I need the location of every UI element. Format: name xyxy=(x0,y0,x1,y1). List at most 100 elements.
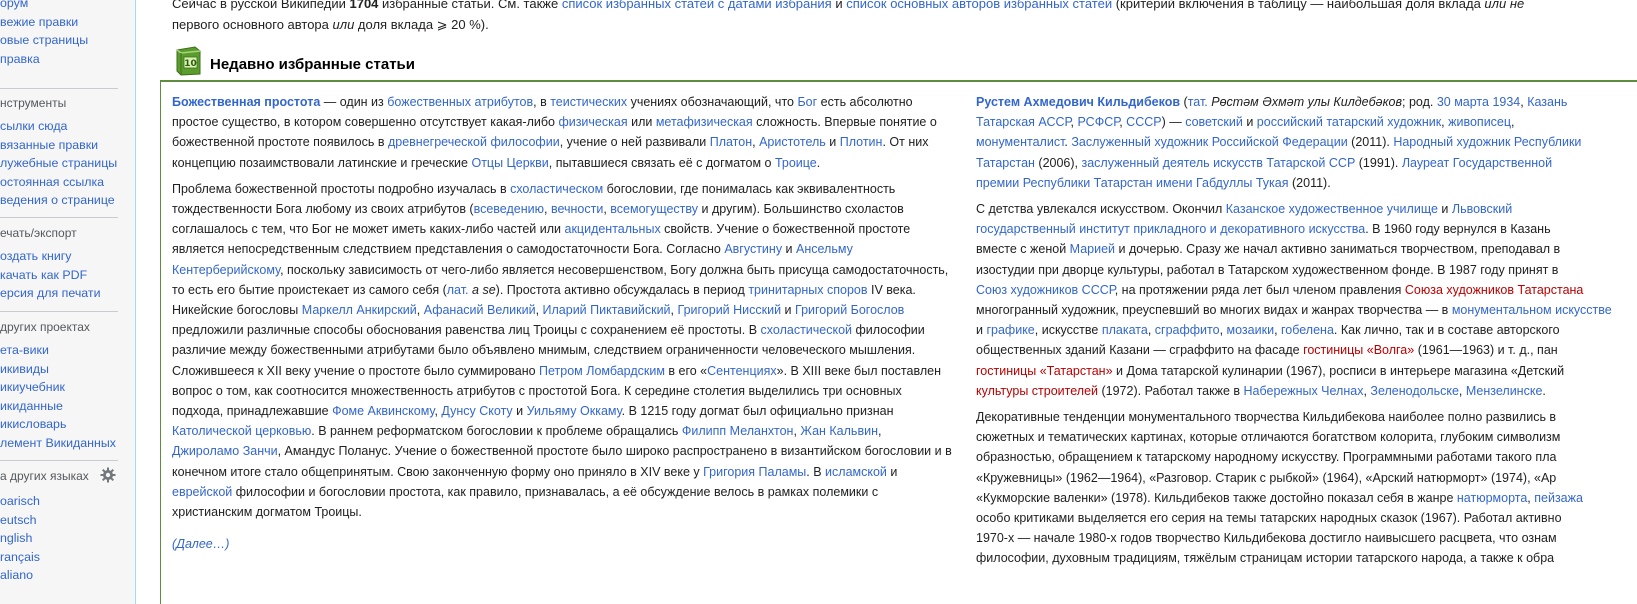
inline-link[interactable]: Львовский xyxy=(1452,202,1512,216)
sidebar-lang-english[interactable]: nglish xyxy=(0,529,120,548)
inline-link[interactable]: метафизическая xyxy=(656,115,753,129)
inline-link[interactable]: Бог xyxy=(797,95,817,109)
inline-link[interactable]: Петром Ломбардским xyxy=(539,364,665,378)
redlink[interactable]: Союза художников Татарстана xyxy=(1405,283,1584,297)
inline-link[interactable]: Народный художник Республики xyxy=(1393,135,1581,149)
sidebar-item-wikispecies[interactable]: икивиды xyxy=(0,360,116,379)
sidebar-item-related-changes[interactable]: вязанные правки xyxy=(0,136,117,155)
inline-link[interactable]: Филипп Меланхтон xyxy=(682,424,794,438)
sidebar-item-recent-changes[interactable]: вежие правки xyxy=(0,13,88,32)
inline-link[interactable]: Казань xyxy=(1527,95,1567,109)
inline-link[interactable]: древнегреческой философии xyxy=(388,135,560,149)
inline-link[interactable]: гобелена xyxy=(1281,323,1334,337)
inline-link[interactable]: Жан Кальвин xyxy=(800,424,878,438)
sidebar-item-download-pdf[interactable]: качать как PDF xyxy=(0,266,101,285)
inline-link[interactable]: Троице xyxy=(775,156,817,170)
inline-link[interactable]: Набережных Челнах xyxy=(1244,384,1364,398)
sidebar-item-meta-wiki[interactable]: ета-вики xyxy=(0,341,116,360)
gear-icon[interactable] xyxy=(100,467,116,483)
inline-link[interactable]: живописец xyxy=(1448,115,1511,129)
inline-link[interactable]: 30 марта xyxy=(1437,95,1489,109)
featured-dates-list-link[interactable]: список избранных статей с датами избрани… xyxy=(562,0,832,11)
inline-link[interactable]: советский xyxy=(1185,115,1243,129)
article-title-link[interactable]: Божественная простота xyxy=(172,95,320,109)
article-title-link[interactable]: Рустем Ахмедович Кильдибеков xyxy=(976,95,1180,109)
inline-link[interactable]: сграффито xyxy=(1155,323,1220,337)
sidebar-lang-german[interactable]: eutsch xyxy=(0,511,120,530)
inline-link[interactable]: Фоме Аквинскому xyxy=(332,404,434,418)
inline-link[interactable]: вечности xyxy=(551,202,603,216)
inline-link[interactable]: натюрморта xyxy=(1457,491,1527,505)
inline-link[interactable]: Афанасий Великий xyxy=(424,303,536,317)
inline-link[interactable]: тринитарных споров xyxy=(748,283,867,297)
read-more-link[interactable]: (Далее…) xyxy=(172,537,229,551)
sidebar-item-forum[interactable]: орум xyxy=(0,0,88,13)
inline-link[interactable]: Плотин xyxy=(840,135,883,149)
inline-link[interactable]: теистических xyxy=(550,95,627,109)
inline-link[interactable]: Григорий Нисский xyxy=(678,303,782,317)
inline-link[interactable]: РСФСР xyxy=(1077,115,1119,129)
sidebar-lang-french[interactable]: rançais xyxy=(0,548,120,567)
inline-link[interactable]: Платон xyxy=(710,135,752,149)
inline-link[interactable]: Дунсу Скоту xyxy=(441,404,512,418)
sidebar-item-help[interactable]: правка xyxy=(0,50,88,69)
inline-link[interactable]: Августину xyxy=(724,242,782,256)
inline-link[interactable]: Заслуженный художник Российской Федераци… xyxy=(1071,135,1347,149)
inline-link[interactable]: Уильяму Оккаму xyxy=(527,404,622,418)
inline-link[interactable]: Союз художников СССР xyxy=(976,283,1115,297)
inline-link[interactable]: еврейской xyxy=(172,485,232,499)
inline-link[interactable]: плаката xyxy=(1102,323,1148,337)
inline-link[interactable]: премии Республики Татарстан имени Габдул… xyxy=(976,176,1289,190)
redlink[interactable]: гостиницы «Татарстан» xyxy=(976,364,1113,378)
inline-link[interactable]: Маркелл Анкирский xyxy=(302,303,417,317)
inline-link[interactable]: мозаики xyxy=(1227,323,1275,337)
inline-link[interactable]: графике xyxy=(986,323,1034,337)
inline-link[interactable]: Мензелинске xyxy=(1466,384,1543,398)
inline-link[interactable]: государственный институт прикладного и д… xyxy=(976,222,1365,236)
featured-authors-list-link[interactable]: список основных авторов избранных статей xyxy=(846,0,1112,11)
inline-link[interactable]: пейзажа xyxy=(1534,491,1583,505)
sidebar-item-permanent-link[interactable]: остоянная ссылка xyxy=(0,173,117,192)
inline-link[interactable]: схоластической xyxy=(761,323,853,337)
inline-link[interactable]: монументалист xyxy=(976,135,1064,149)
inline-link[interactable]: Казанское художественное училище xyxy=(1226,202,1438,216)
sidebar-item-special-pages[interactable]: лужебные страницы xyxy=(0,154,117,173)
inline-link[interactable]: лат. xyxy=(447,283,469,297)
inline-link[interactable]: физическая xyxy=(558,115,627,129)
sidebar-item-wiktionary[interactable]: икисловарь xyxy=(0,415,116,434)
sidebar-item-wikidata[interactable]: икиданные xyxy=(0,397,116,416)
inline-link[interactable]: Лауреат Государственной xyxy=(1402,156,1552,170)
inline-link[interactable]: схоластическом xyxy=(510,182,603,196)
inline-link[interactable]: Марией xyxy=(1070,242,1115,256)
inline-link[interactable]: Отцы Церкви xyxy=(471,156,548,170)
inline-link[interactable]: тат. xyxy=(1188,95,1208,109)
inline-link[interactable]: художник xyxy=(1387,115,1441,129)
sidebar-lang-italian[interactable]: aliano xyxy=(0,566,120,585)
inline-link[interactable]: Татарстан xyxy=(976,156,1035,170)
redlink[interactable]: гостиницы «Волга» xyxy=(1303,343,1414,357)
redlink[interactable]: культуры строителей xyxy=(976,384,1098,398)
sidebar-item-wikidata-item[interactable]: лемент Викиданных xyxy=(0,434,116,453)
inline-link[interactable]: исламской xyxy=(825,465,887,479)
inline-link[interactable]: СССР xyxy=(1126,115,1161,129)
inline-link[interactable]: Католической церковью xyxy=(172,424,311,438)
sidebar-item-what-links-here[interactable]: сылки сюда xyxy=(0,117,117,136)
inline-link[interactable]: всемогуществу xyxy=(610,202,698,216)
inline-link[interactable]: акцидентальных xyxy=(565,222,661,236)
sidebar-lang-bavarian[interactable]: oarisch xyxy=(0,492,120,511)
inline-link[interactable]: Аристотель xyxy=(759,135,826,149)
sidebar-item-new-pages[interactable]: овые страницы xyxy=(0,31,88,50)
sidebar-item-create-book[interactable]: оздать книгу xyxy=(0,247,101,266)
inline-link[interactable]: Татарская АССР xyxy=(976,115,1071,129)
inline-link[interactable]: татарский xyxy=(1326,115,1383,129)
inline-link[interactable]: Иларий Пиктавийский xyxy=(543,303,671,317)
inline-link[interactable]: божественных атрибутов xyxy=(387,95,533,109)
inline-link[interactable]: российский xyxy=(1257,115,1323,129)
inline-link[interactable]: Зеленодольске xyxy=(1370,384,1459,398)
inline-link[interactable]: Григория Паламы xyxy=(703,465,806,479)
inline-link[interactable]: всеведению xyxy=(474,202,544,216)
inline-link[interactable]: 1934 xyxy=(1492,95,1520,109)
inline-link[interactable]: Григорий Богослов xyxy=(795,303,904,317)
inline-link[interactable]: заслуженный деятель искусств Татарской С… xyxy=(1082,156,1356,170)
sidebar-item-printable[interactable]: ерсия для печати xyxy=(0,284,101,303)
